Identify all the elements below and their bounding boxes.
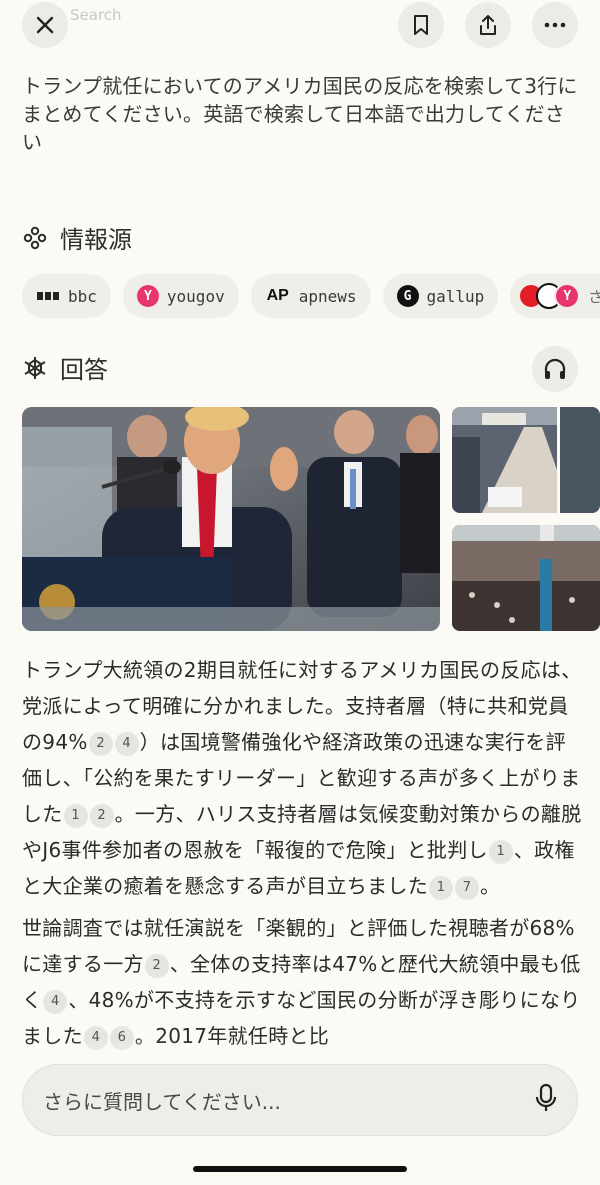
answer-paragraph: トランプ大統領の2期目就任に対するアメリカ国民の反応は、党派によって明確に分かれ… (22, 652, 582, 904)
more-button[interactable] (532, 2, 578, 48)
source-chip-bbc[interactable]: bbc (22, 274, 111, 318)
citation-badge[interactable]: 1 (488, 840, 513, 864)
microphone-icon (535, 1083, 557, 1111)
headphones-icon (544, 358, 566, 379)
gallup-icon: G (396, 285, 419, 307)
close-icon (36, 16, 54, 34)
microphone-button[interactable] (535, 1083, 557, 1117)
source-chip-label: yougov (166, 286, 225, 306)
inauguration-crowd-photo-aerial[interactable] (452, 407, 600, 513)
source-chip-gallup[interactable]: G gallup (382, 274, 499, 318)
more-sources-icons: Y (518, 283, 581, 309)
more-sources-label: さらに (588, 287, 600, 306)
bookmark-button[interactable] (398, 2, 444, 48)
answer-text: トランプ大統領の2期目就任に対するアメリカ国民の反応は、党派によって明確に分かれ… (22, 652, 582, 1060)
home-indicator[interactable] (193, 1166, 407, 1172)
answer-heading: 回答 (22, 350, 108, 385)
answer-text-segment: 。 (480, 874, 501, 898)
bookmark-icon (414, 15, 428, 35)
source-chip-label: gallup (426, 286, 485, 306)
bbc-icon (36, 285, 60, 307)
sources-icon (23, 226, 47, 249)
citation-badge[interactable]: 2 (88, 732, 113, 756)
close-button[interactable] (22, 2, 68, 48)
citation-badge[interactable]: 2 (89, 804, 114, 828)
share-icon (480, 15, 496, 35)
apnews-icon: AP (266, 287, 289, 304)
yougov-icon: Y (136, 285, 159, 307)
more-icon (544, 22, 566, 28)
inauguration-photo-main[interactable] (22, 407, 440, 631)
citation-badge[interactable]: 4 (43, 990, 68, 1014)
sources-heading: 情報源 (22, 220, 132, 255)
answer-paragraph: 世論調査では就任演説を「楽観的」と評価した視聴者が68%に達する一方 2 、全体の支… (22, 910, 582, 1054)
sources-title: 情報源 (60, 226, 132, 254)
citation-badge[interactable]: 4 (114, 732, 139, 756)
listen-button[interactable] (532, 346, 578, 392)
answer-title: 回答 (60, 356, 108, 384)
user-query: トランプ就任においてのアメリカ国民の反応を検索して3行にまとめてください。英語で… (22, 74, 578, 154)
citation-badge[interactable]: 1 (63, 804, 88, 828)
source-chip-label: apnews (298, 286, 357, 306)
follow-up-placeholder: さらに質問してください... (43, 1089, 281, 1114)
citation-badge[interactable]: 2 (144, 954, 169, 978)
citation-badge[interactable]: 7 (455, 876, 479, 900)
source-chip-apnews[interactable]: AP apnews (250, 274, 371, 318)
inauguration-crowd-photo-mall[interactable] (452, 525, 600, 631)
citation-badge[interactable]: 1 (429, 876, 453, 900)
source-chip-label: bbc (68, 286, 97, 306)
yougov-icon: Y (554, 283, 581, 309)
source-chip-more[interactable]: Y さらに (510, 274, 600, 318)
answer-icon (24, 356, 46, 379)
source-chip-yougov[interactable]: Y yougov (122, 274, 239, 318)
share-button[interactable] (465, 2, 511, 48)
follow-up-input[interactable]: さらに質問してください... (22, 1064, 578, 1136)
source-chips: bbc Y yougov AP apnews G gallup Y さらに (22, 274, 600, 318)
